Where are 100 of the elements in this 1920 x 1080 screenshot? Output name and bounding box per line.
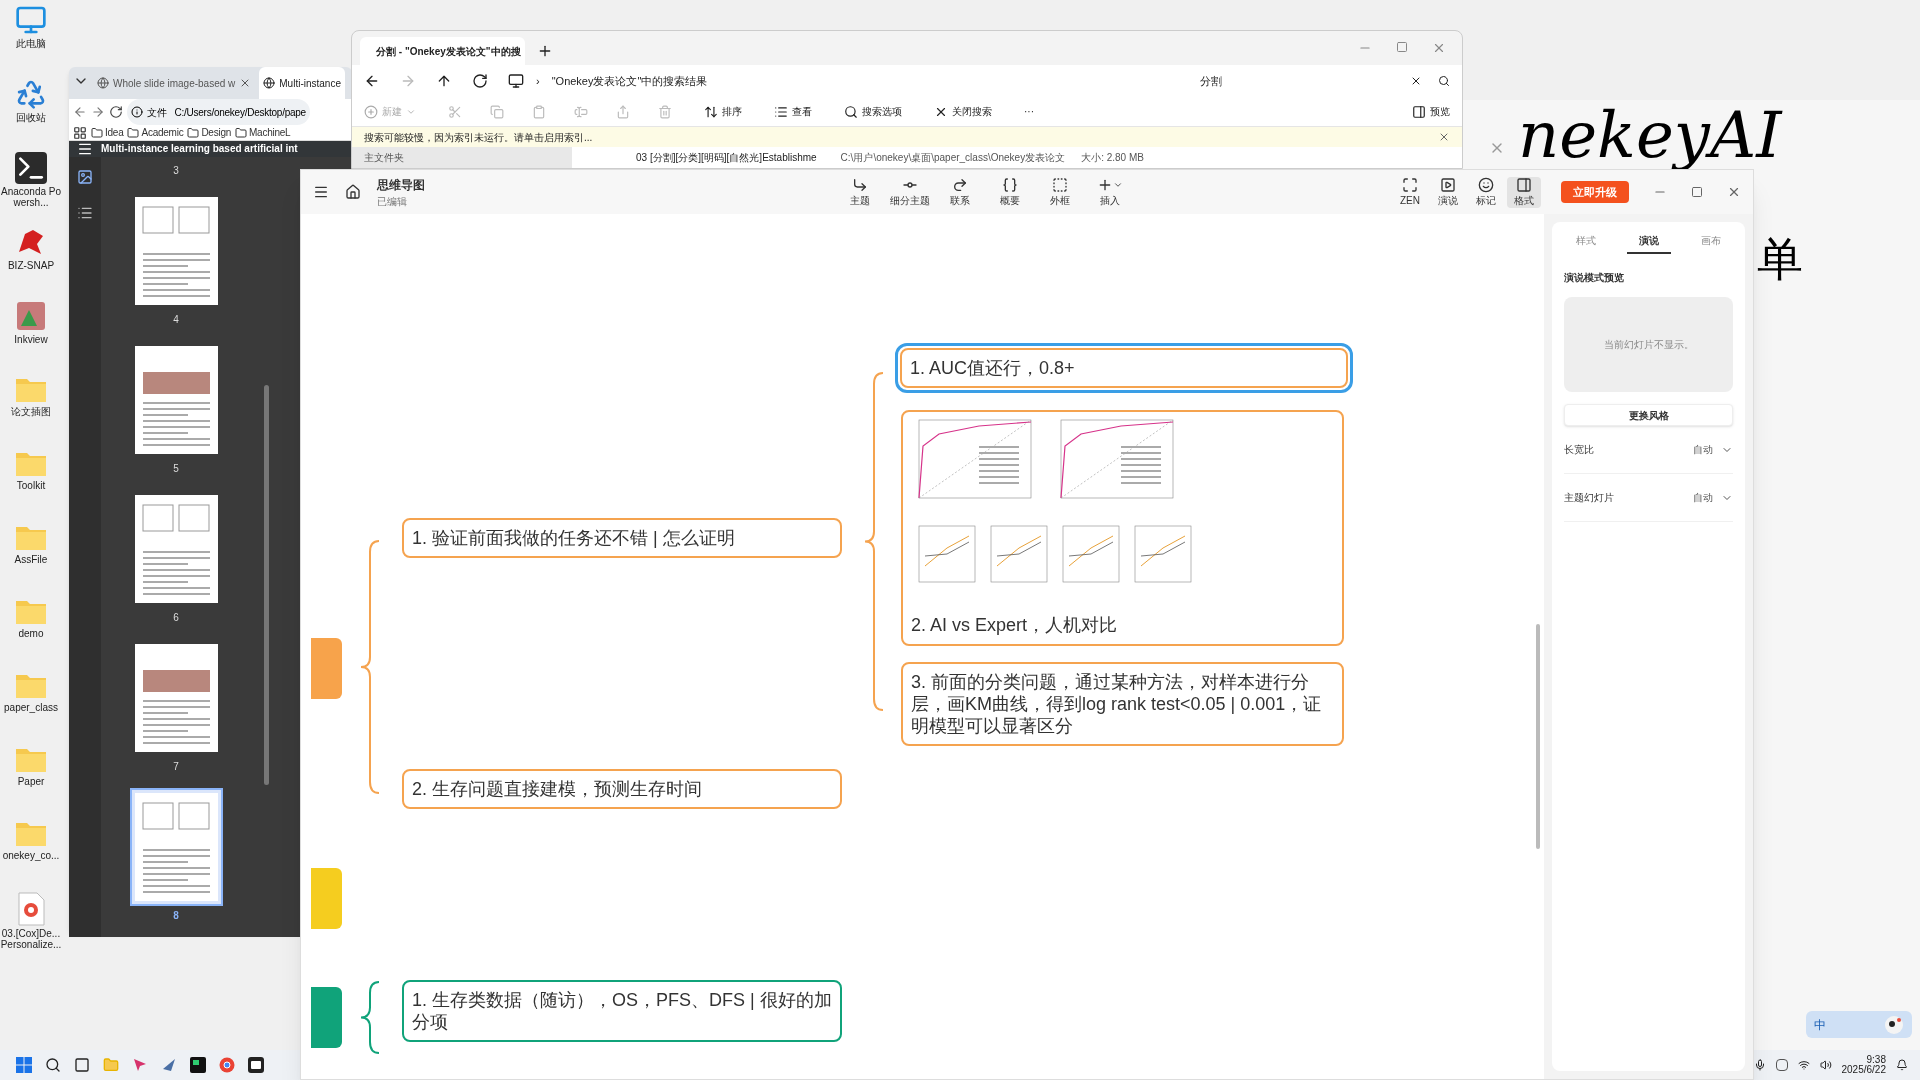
desktop-icon-label[interactable]: Inkview [14, 334, 48, 345]
recycle-bin-icon[interactable] [15, 78, 47, 110]
panel-tab[interactable]: 样式 [1564, 233, 1608, 254]
preview-button[interactable]: 预览 [1412, 104, 1450, 119]
close-icon[interactable] [1727, 185, 1741, 199]
toolbar-button[interactable]: 联系 [937, 176, 983, 208]
topic-node[interactable]: 1. AUC值还行，0.8+ [895, 343, 1353, 393]
folder-icon[interactable] [235, 126, 247, 139]
play-icon [1440, 176, 1456, 193]
network-icon[interactable] [1797, 1059, 1810, 1071]
toolbar-button[interactable]: 关闭搜索 [934, 104, 992, 119]
toolbar-button[interactable]: 外框 [1037, 176, 1083, 208]
section-heading: 演说模式预览 [1564, 271, 1625, 285]
toolbar-button[interactable]: 主题 [837, 176, 883, 208]
slide-preview: 当前幻灯片不显示。 [1564, 297, 1733, 392]
pdf-file-icon[interactable] [16, 892, 46, 926]
explorer-tab[interactable]: 分割 - "Onekey发表论文"中的搜 [360, 37, 525, 65]
app-icon[interactable] [248, 1057, 264, 1073]
forward-icon[interactable] [91, 105, 105, 119]
desktop-icon-label[interactable]: 03.[Cox]De... Personalize... [0, 928, 62, 950]
desktop-icon-label[interactable]: 回收站 [16, 112, 46, 123]
folder-icon[interactable] [127, 126, 140, 139]
panel-tab[interactable]: 演说 [1626, 233, 1671, 254]
volume-icon[interactable] [1819, 1059, 1832, 1071]
desktop-icon-label[interactable]: Toolkit [16, 480, 46, 491]
desktop-icon-label[interactable]: 论文插图 [11, 406, 51, 417]
outline-icon[interactable] [77, 205, 93, 221]
notice-text: 搜索可能较慢，因为索引未运行。请单击启用索引... [364, 130, 593, 145]
folder-icon[interactable] [91, 126, 103, 139]
path-separator: › [536, 73, 540, 89]
desktop-icon-label[interactable]: Anaconda Powersh... [0, 186, 62, 208]
nav-item[interactable]: 主文件夹 [352, 147, 572, 168]
toolbar-button[interactable]: 格式 [1507, 176, 1541, 208]
page-number: 5 [173, 462, 179, 476]
close-icon[interactable] [1438, 131, 1450, 143]
picture-icon[interactable] [15, 300, 47, 332]
browser-tab[interactable]: Whole slide image-based w [93, 67, 256, 99]
toolbar-button[interactable]: 排序 [704, 104, 742, 119]
start-icon[interactable] [16, 1057, 32, 1073]
panel-tab[interactable]: 画布 [1689, 233, 1733, 254]
bookmark[interactable]: Design [201, 125, 231, 140]
desktop-icon-label[interactable]: Paper [17, 776, 45, 787]
desktop-icon-label[interactable]: paper_class [4, 702, 58, 713]
bookmark[interactable]: Idea [105, 125, 124, 140]
setting-dropdown[interactable]: 自动 [1693, 442, 1733, 457]
new-tab-icon[interactable] [537, 43, 553, 59]
change-style-button[interactable]: 更换风格 [1564, 404, 1733, 426]
refresh-icon[interactable] [472, 73, 488, 89]
bookmark[interactable]: MachineL [249, 125, 291, 140]
search-field[interactable]: 分割 [1200, 72, 1450, 90]
ime-mode-label[interactable]: 中 [1814, 1015, 1826, 1034]
clock-date[interactable]: 2025/6/22 [1841, 1065, 1886, 1075]
home-icon[interactable] [345, 184, 361, 200]
smiley-icon [1478, 176, 1494, 193]
desktop-icon-label[interactable]: onekey_co... [2, 850, 60, 861]
bookmark[interactable]: Academic [141, 125, 184, 140]
toolbar-button[interactable]: 搜索选项 [844, 104, 902, 119]
desktop-icon-label[interactable]: 此电脑 [16, 38, 46, 49]
address-bar[interactable]: › "Onekey发表论文"中的搜索结果 [508, 72, 1108, 90]
clock-time[interactable]: 9:38 [1866, 1055, 1886, 1065]
search-icon[interactable] [45, 1057, 61, 1073]
app-icon[interactable] [190, 1057, 206, 1073]
apps-icon[interactable] [73, 125, 87, 140]
desktop-icon-label[interactable]: demo [18, 628, 44, 639]
file-name[interactable]: 03 [分割][分类][明码][自然光]Establishme [636, 150, 817, 165]
sort-icon [704, 104, 718, 119]
browser-tab[interactable]: Multi-instance [259, 67, 345, 99]
page-thumbnail[interactable] [129, 788, 223, 906]
toolbar-button[interactable]: ZEN [1393, 176, 1427, 208]
page-number: 3 [173, 164, 179, 178]
desktop-icon-label[interactable]: AssFile [14, 554, 48, 565]
toolbar-button[interactable]: 标记 [1469, 176, 1503, 208]
maximize-icon[interactable] [1691, 186, 1703, 198]
terminal-icon[interactable] [15, 152, 47, 184]
toolbar-button[interactable]: ··· [1024, 104, 1034, 119]
browser-icon[interactable] [219, 1057, 235, 1073]
setting-dropdown[interactable]: 自动 [1693, 490, 1733, 505]
ime-toolbar[interactable]: 中 [1806, 1011, 1912, 1038]
task-view-icon[interactable] [74, 1057, 90, 1073]
desktop-icon-label[interactable]: BIZ-SNAP [7, 260, 55, 271]
address-bar[interactable]: 文件 C:/Users/onekey/Desktop/pape [127, 99, 310, 125]
notification-icon[interactable] [1896, 1059, 1908, 1071]
thumbnails-icon[interactable] [77, 169, 93, 185]
toolbar-button[interactable]: 插入 [1087, 176, 1133, 208]
up-icon[interactable] [436, 73, 452, 89]
toolbar-button[interactable]: 细分主题 [887, 176, 933, 208]
toolbar-button[interactable]: 演说 [1431, 176, 1465, 208]
monitor-icon[interactable] [15, 4, 47, 36]
microphone-icon[interactable] [1753, 1059, 1766, 1071]
reload-icon[interactable] [109, 105, 123, 119]
close-icon[interactable] [1432, 41, 1446, 55]
folder-icon[interactable] [187, 126, 200, 139]
ime-indicator[interactable] [1775, 1059, 1788, 1071]
maximize-icon[interactable] [1396, 41, 1408, 53]
back-icon[interactable] [364, 73, 380, 89]
toolbar-button[interactable]: 概要 [987, 176, 1033, 208]
brace-icon [1002, 176, 1018, 193]
menu-icon[interactable] [77, 141, 93, 157]
menu-icon[interactable] [313, 184, 329, 200]
toolbar-button[interactable]: 查看 [774, 104, 812, 119]
